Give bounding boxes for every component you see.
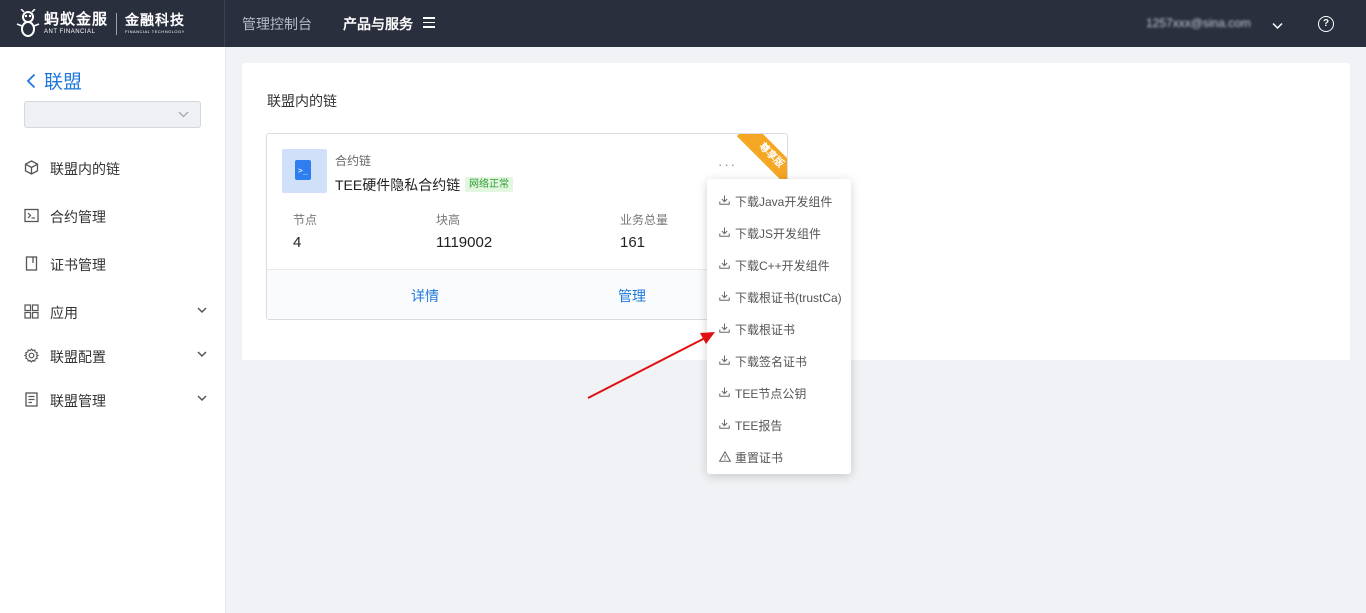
menu-item-label: 下载C++开发组件 [735,259,830,273]
back-to-alliance-link[interactable]: 联盟 [26,67,82,94]
sidebar: 联盟 联盟内的链 合约管理 证书管理 应用 联盟配置 联盟管理 [0,47,226,613]
nav-products-link[interactable]: 产品与服务 [343,14,413,34]
download-icon [719,419,730,429]
ant-logo-icon [16,8,40,39]
warning-icon [719,451,731,462]
menu-item-download-root-cert[interactable]: 下载根证书 [707,310,851,342]
logo-separator [116,13,118,35]
stat-block-height: 块高 1119002 [436,211,492,251]
chain-type-label: 合约链 [335,154,372,168]
menu-item-label: 重置证书 [735,451,784,465]
sidebar-item-label: 应用 [50,305,78,321]
menu-item-download-cpp-sdk[interactable]: 下载C++开发组件 [707,246,851,278]
download-icon [719,195,730,205]
back-label: 联盟 [44,72,83,93]
sidebar-item-chains[interactable]: 联盟内的链 [0,156,226,180]
sidebar-item-certificates[interactable]: 证书管理 [0,252,226,276]
topbar-divider [224,0,225,47]
alliance-select[interactable] [24,101,201,128]
download-icon [719,387,730,397]
details-link[interactable]: 详情 [411,286,439,306]
menu-item-label: TEE节点公钥 [735,387,807,401]
stat-label: 业务总量 [620,213,669,227]
download-icon [719,355,730,365]
menu-item-label: 下载Java开发组件 [735,195,833,209]
cube-icon [24,160,39,175]
logo2-en-text: FINANCIAL TECHNOLOGY [125,29,185,34]
hamburger-menu-icon[interactable] [423,17,435,28]
menu-item-download-js-sdk[interactable]: 下载JS开发组件 [707,214,851,246]
menu-item-download-java-sdk[interactable]: 下载Java开发组件 [707,182,851,214]
chevron-down-icon [197,351,207,358]
chevron-down-icon[interactable] [1272,17,1283,35]
stat-transactions: 业务总量 161 [620,211,668,251]
menu-item-tee-node-pubkey[interactable]: TEE节点公钥 [707,374,851,406]
top-bar: 蚂蚁金服 ANT FINANCIAL 金融科技 FINANCIAL TECHNO… [0,0,1366,47]
sidebar-item-label: 联盟配置 [50,349,106,365]
sidebar-item-label: 证书管理 [50,257,106,273]
chevron-down-icon [197,395,207,402]
menu-item-reset-cert[interactable]: 重置证书 [707,438,851,470]
certificate-icon [25,256,38,271]
sidebar-item-contracts[interactable]: 合约管理 [0,204,226,228]
sidebar-item-config[interactable]: 联盟配置 [0,344,226,368]
chevron-down-icon [178,111,189,118]
more-options-dropdown: 下载Java开发组件 下载JS开发组件 下载C++开发组件 下载根证书(trus… [707,179,851,474]
download-icon [719,291,730,301]
more-options-button[interactable]: ··· [718,157,737,172]
chevron-left-icon [26,73,36,88]
logo-en-text: ANT FINANCIAL [44,29,96,35]
stat-value: 161 [620,234,646,251]
stat-value: 1119002 [436,234,493,251]
sidebar-item-manage[interactable]: 联盟管理 [0,388,226,412]
download-icon [719,227,730,237]
menu-item-tee-report[interactable]: TEE报告 [707,406,851,438]
list-icon [25,392,38,407]
contract-chain-icon: >_ [282,149,327,193]
logo-cn-text: 蚂蚁金服 [44,11,109,28]
menu-item-label: 下载根证书 [735,323,796,337]
sidebar-item-label: 合约管理 [50,209,106,225]
chevron-down-icon [197,307,207,314]
stat-label: 块高 [436,213,461,227]
stat-nodes: 节点 4 [293,211,317,251]
page-title: 联盟内的链 [267,93,337,109]
terminal-icon [24,208,39,223]
menu-item-label: 下载签名证书 [735,355,808,369]
help-icon[interactable]: ? [1318,16,1334,32]
chain-name: TEE硬件隐私合约链 [335,177,461,193]
menu-item-label: 下载JS开发组件 [735,227,822,241]
gear-icon [24,348,39,363]
menu-item-label: 下载根证书(trustCa) [735,291,842,305]
sidebar-item-apps[interactable]: 应用 [0,300,226,324]
menu-item-label: TEE报告 [735,419,783,433]
menu-item-download-trustca[interactable]: 下载根证书(trustCa) [707,278,851,310]
sidebar-item-label: 联盟管理 [50,393,106,409]
logo2-cn-text: 金融科技 [125,12,186,28]
grid-icon [24,304,39,319]
ant-financial-logo[interactable]: 蚂蚁金服 ANT FINANCIAL 金融科技 FINANCIAL TECHNO… [16,8,185,40]
stat-label: 节点 [293,213,318,227]
manage-link[interactable]: 管理 [618,286,646,306]
menu-item-download-sign-cert[interactable]: 下载签名证书 [707,342,851,374]
account-name[interactable]: 1257xxx@sina.com [1146,16,1251,30]
stat-value: 4 [293,234,302,251]
status-badge: 网络正常 [465,177,513,192]
nav-console-link[interactable]: 管理控制台 [242,14,312,34]
sidebar-item-label: 联盟内的链 [50,161,120,177]
download-icon [719,323,730,333]
download-icon [719,259,730,269]
